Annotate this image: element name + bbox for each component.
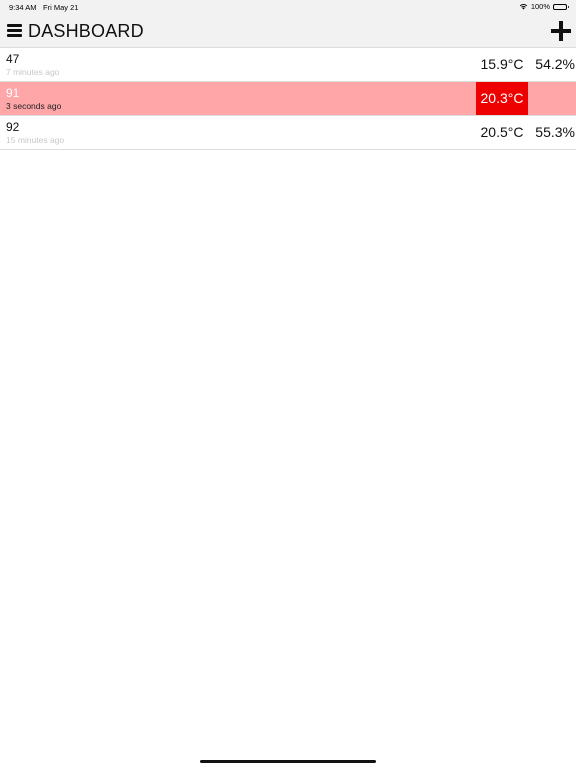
sensor-row[interactable]: 91 3 seconds ago 20.3°C (0, 82, 576, 116)
navigation-bar: DASHBOARD (0, 14, 576, 48)
sensor-last-updated: 15 minutes ago (6, 135, 65, 145)
sensor-temperature: 20.3°C (476, 82, 528, 115)
wifi-icon (519, 3, 528, 10)
battery-percentage: 100% (530, 2, 550, 11)
sensor-last-updated: 7 minutes ago (6, 67, 60, 77)
home-indicator[interactable] (200, 760, 376, 763)
sensor-humidity: 54.2% (535, 56, 575, 72)
sensor-id: 47 (6, 52, 20, 66)
sensor-row[interactable]: 47 7 minutes ago 15.9°C 54.2% (0, 48, 576, 82)
sensor-id: 91 (6, 86, 20, 100)
sensor-last-updated: 3 seconds ago (6, 101, 62, 111)
sensor-id: 92 (6, 120, 20, 134)
status-date: Fri May 21 (43, 3, 79, 12)
sensor-row[interactable]: 92 15 minutes ago 20.5°C 55.3% (0, 116, 576, 150)
sensor-list: 47 7 minutes ago 15.9°C 54.2% 91 3 secon… (0, 48, 576, 150)
add-sensor-button[interactable] (551, 21, 571, 41)
status-bar: 9:34 AM Fri May 21 100% (0, 0, 576, 14)
status-time: 9:34 AM (9, 3, 37, 12)
hamburger-menu-icon[interactable] (7, 24, 22, 37)
sensor-temperature: 15.9°C (480, 56, 524, 72)
page-title: DASHBOARD (28, 21, 144, 41)
status-indicators: 100% (519, 2, 569, 11)
sensor-humidity: 55.3% (535, 124, 575, 140)
sensor-temperature: 20.5°C (480, 124, 524, 140)
battery-icon (553, 3, 569, 10)
